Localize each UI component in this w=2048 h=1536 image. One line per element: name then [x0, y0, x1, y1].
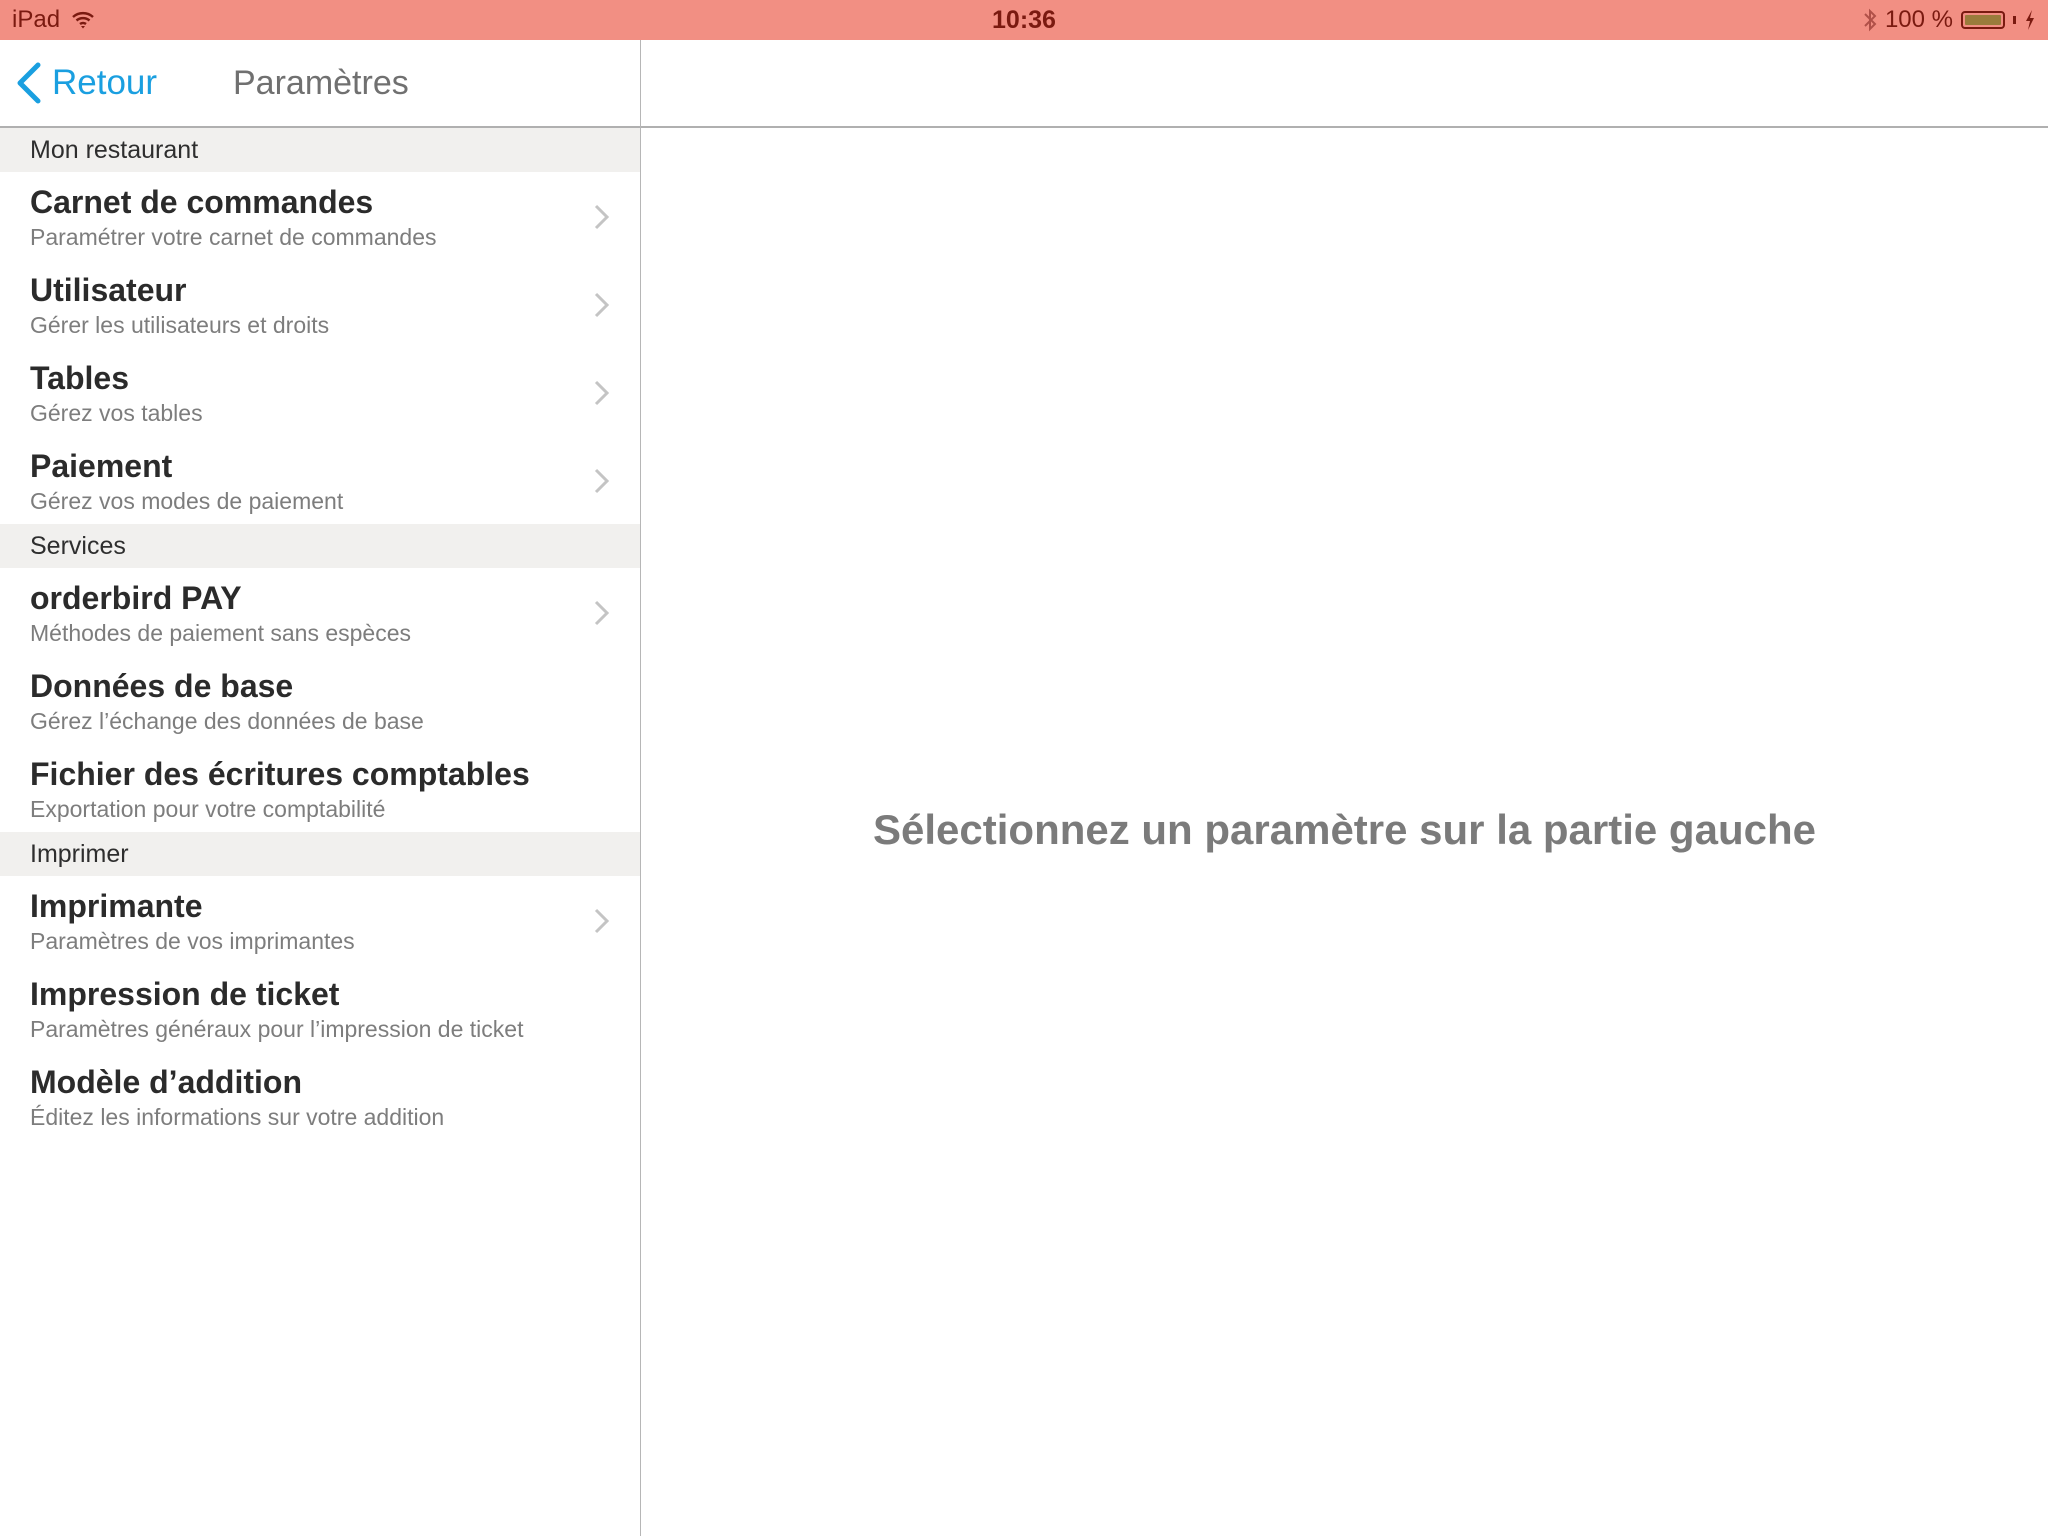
chevron-right-icon — [594, 600, 610, 626]
page-title: Paramètres — [233, 63, 409, 102]
settings-item-utilisateur[interactable]: Utilisateur Gérer les utilisateurs et dr… — [0, 260, 640, 348]
item-subtitle: Paramètres de vos imprimantes — [30, 928, 355, 954]
item-subtitle: Gérez l’échange des données de base — [30, 708, 424, 734]
item-subtitle: Paramètres généraux pour l’impression de… — [30, 1016, 524, 1042]
bluetooth-icon — [1864, 8, 1877, 32]
settings-item-donnees-de-base[interactable]: Données de base Gérez l’échange des donn… — [0, 656, 640, 744]
status-time: 10:36 — [992, 5, 1056, 34]
item-subtitle: Gérez vos modes de paiement — [30, 488, 344, 514]
empty-state-message: Sélectionnez un paramètre sur la partie … — [873, 806, 1816, 853]
item-subtitle: Gérez vos tables — [30, 400, 203, 426]
status-bar: iPad 10:36 100 % — [0, 0, 2048, 40]
chevron-right-icon — [594, 380, 610, 406]
sidebar-nav-bar: Retour Paramètres — [0, 40, 640, 128]
item-subtitle: Éditez les informations sur votre additi… — [30, 1104, 445, 1130]
battery-fill — [1965, 15, 2001, 25]
back-button[interactable]: Retour — [14, 40, 157, 126]
item-subtitle: Méthodes de paiement sans espèces — [30, 620, 412, 646]
item-title: Impression de ticket — [30, 976, 340, 1012]
settings-item-tables[interactable]: Tables Gérez vos tables — [0, 348, 640, 436]
settings-item-modele-addition[interactable]: Modèle d’addition Éditez les information… — [0, 1052, 640, 1140]
item-subtitle: Gérer les utilisateurs et droits — [30, 312, 330, 338]
settings-item-imprimante[interactable]: Imprimante Paramètres de vos imprimantes — [0, 876, 640, 964]
item-title: Tables — [30, 360, 129, 396]
chevron-right-icon — [594, 292, 610, 318]
settings-item-fichier-ecritures-comptables[interactable]: Fichier des écritures comptables Exporta… — [0, 744, 640, 832]
item-title: Paiement — [30, 448, 173, 484]
item-title: Données de base — [30, 668, 294, 704]
detail-nav-bar — [641, 40, 2048, 128]
item-subtitle: Paramétrer votre carnet de commandes — [30, 224, 437, 250]
settings-item-carnet-de-commandes[interactable]: Carnet de commandes Paramétrer votre car… — [0, 172, 640, 260]
battery-icon — [1961, 11, 2005, 29]
item-title: Carnet de commandes — [30, 184, 374, 220]
item-subtitle: Exportation pour votre comptabilité — [30, 796, 386, 822]
item-title: Imprimante — [30, 888, 203, 924]
section-header-services: Services — [0, 524, 640, 568]
status-right: 100 % — [1863, 0, 2036, 40]
detail-pane: Sélectionnez un paramètre sur la partie … — [641, 40, 2048, 1536]
chevron-right-icon — [594, 204, 610, 230]
charging-bolt-icon — [2026, 10, 2034, 30]
item-title: Utilisateur — [30, 272, 187, 308]
section-header-imprimer: Imprimer — [0, 832, 640, 876]
item-title: Modèle d’addition — [30, 1064, 302, 1100]
item-title: Fichier des écritures comptables — [30, 756, 530, 792]
battery-percent: 100 % — [1884, 6, 1953, 33]
settings-sidebar: Retour Paramètres Mon restaurant Carnet … — [0, 40, 641, 1536]
settings-list: Mon restaurant Carnet de commandes Param… — [0, 128, 640, 1140]
settings-item-impression-de-ticket[interactable]: Impression de ticket Paramètres généraux… — [0, 964, 640, 1052]
chevron-right-icon — [594, 468, 610, 494]
settings-item-paiement[interactable]: Paiement Gérez vos modes de paiement — [0, 436, 640, 524]
battery-tip — [2013, 16, 2016, 24]
section-header-mon-restaurant: Mon restaurant — [0, 128, 640, 172]
chevron-right-icon — [594, 908, 610, 934]
back-label: Retour — [52, 63, 158, 102]
item-title: orderbird PAY — [30, 580, 242, 616]
chevron-left-icon — [17, 62, 41, 104]
settings-item-orderbird-pay[interactable]: orderbird PAY Méthodes de paiement sans … — [0, 568, 640, 656]
